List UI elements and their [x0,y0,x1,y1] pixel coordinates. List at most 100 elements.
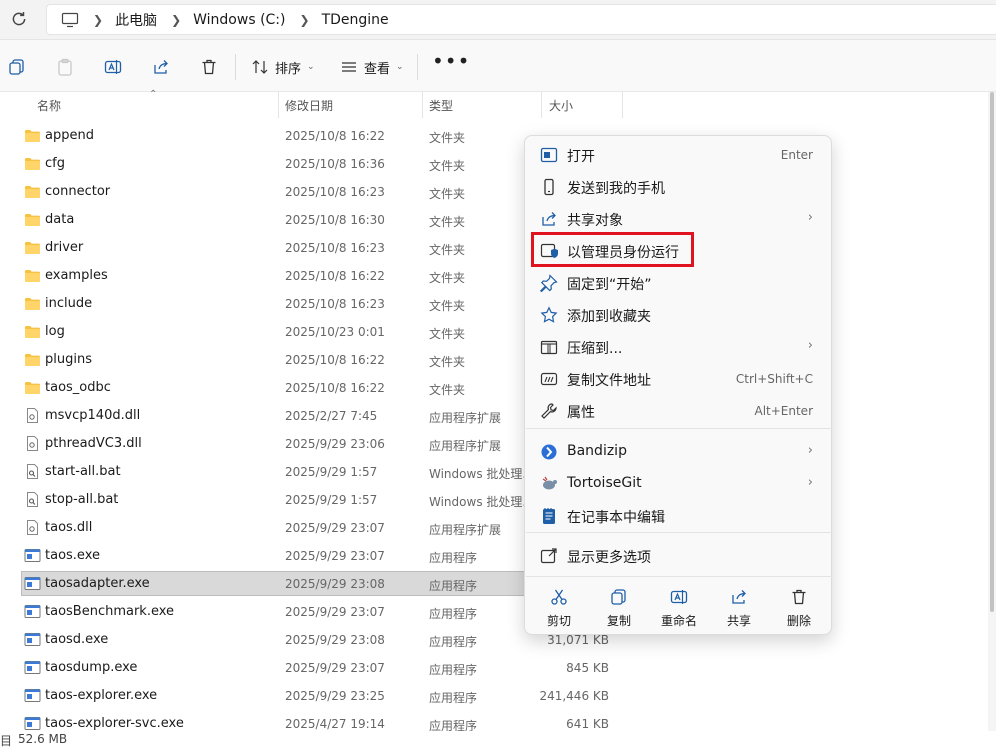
column-name[interactable]: 名称 [37,97,61,114]
command-bar: 排序 ⌄ 查看 ⌄ [0,40,996,92]
file-name: cfg [45,156,65,171]
menu-item-tortoisegit[interactable]: TortoiseGit › [531,469,827,499]
view-button[interactable]: 查看 ⌄ [340,56,404,78]
file-date: 2025/10/23 0:01 [285,325,385,339]
menu-item-label: 固定到“开始” [567,277,652,293]
file-row[interactable]: taosadapter.exe 2025/9/29 23:08 应用程序 [0,570,990,598]
scrollbar-thumb[interactable] [990,92,994,612]
exe-icon [24,604,41,619]
menu-item-more-options[interactable]: 显示更多选项 [531,541,827,571]
menu-item-open[interactable]: 打开 Enter [531,140,827,170]
menu-item-label: 以管理员身份运行 [567,245,679,261]
exe-icon [24,688,41,703]
file-type: 应用程序 [429,663,478,677]
file-row[interactable]: stop-all.bat 2025/9/29 1:57 Windows 批处理... [0,486,990,514]
file-type: 文件夹 [429,131,466,145]
open-icon [540,146,558,164]
column-header: ⌃ 名称 修改日期 类型 大小 [0,89,996,118]
file-row[interactable]: cfg 2025/10/8 16:36 文件夹 [0,150,990,178]
share-icon[interactable] [152,58,170,76]
file-date: 2025/10/8 16:22 [285,353,385,367]
column-divider[interactable] [622,92,623,118]
file-row[interactable]: taos.dll 2025/9/29 23:07 应用程序扩展 [0,514,990,542]
menu-item-notepad[interactable]: 在记事本中编辑 [531,501,827,531]
file-row[interactable]: msvcp140d.dll 2025/2/27 7:45 应用程序扩展 [0,402,990,430]
file-row[interactable]: plugins 2025/10/8 16:22 文件夹 [0,346,990,374]
breadcrumb-item[interactable]: TDengine [322,12,389,28]
delete-icon[interactable] [200,58,218,76]
file-row[interactable]: taos-explorer.exe 2025/9/29 23:25 应用程序 241,… [0,682,990,710]
paste-icon[interactable] [56,58,74,76]
file-date: 2025/10/8 16:23 [285,241,385,255]
chevron-down-icon: ⌄ [307,62,315,72]
file-row[interactable]: append 2025/10/8 16:22 文件夹 [0,122,990,150]
chevron-right-icon: ❯ [171,12,182,27]
file-name: taosdump.exe [45,660,138,675]
file-row[interactable]: taosdump.exe 2025/9/29 23:07 应用程序 845 KB [0,654,990,682]
file-row[interactable]: driver 2025/10/8 16:23 文件夹 [0,234,990,262]
rename-icon[interactable] [104,58,122,76]
quick-action-label: 共享 [726,614,751,628]
refresh-icon[interactable] [10,10,28,28]
more-options-icon[interactable]: ••• [432,51,470,71]
computer-icon [61,12,79,27]
menu-item-zip[interactable]: 压缩到... › [531,332,827,362]
menu-item-pin[interactable]: 固定到“开始” [531,268,827,298]
more-options-icon [540,547,558,565]
folder-icon [24,184,41,199]
quick-action-label: 删除 [786,614,811,628]
breadcrumb[interactable]: ❯ 此电脑 ❯ Windows (C:) ❯ TDengine [46,4,996,35]
menu-item-bandizip[interactable]: Bandizip › [531,437,827,467]
file-row[interactable]: examples 2025/10/8 16:22 文件夹 [0,262,990,290]
file-size: 641 KB [566,717,609,731]
file-row[interactable]: include 2025/10/8 16:23 文件夹 [0,290,990,318]
column-date[interactable]: 修改日期 [285,97,333,114]
menu-item-share[interactable]: 共享对象 › [531,204,827,234]
column-size[interactable]: 大小 [549,97,573,114]
file-row[interactable]: taosBenchmark.exe 2025/9/29 23:07 应用程序 [0,598,990,626]
menu-item-star[interactable]: 添加到收藏夹 [531,300,827,330]
wrench-icon [540,402,558,420]
breadcrumb-item[interactable]: 此电脑 [115,10,157,30]
dll-icon [24,408,41,423]
column-type[interactable]: 类型 [429,97,453,114]
tortoisegit-icon [540,475,558,493]
quick-action-rename[interactable]: 重命名 [649,586,709,632]
address-bar: ❯ 此电脑 ❯ Windows (C:) ❯ TDengine [0,0,996,40]
sort-button[interactable]: 排序 ⌄ [251,56,315,78]
quick-action-share[interactable]: 共享 [709,586,769,632]
breadcrumb-item[interactable]: Windows (C:) [193,12,285,28]
status-item-count: 目 [0,734,13,748]
file-row[interactable]: start-all.bat 2025/9/29 1:57 Windows 批处理..… [0,458,990,486]
file-row[interactable]: taosd.exe 2025/9/29 23:08 应用程序 31,071 KB [0,626,990,654]
file-row[interactable]: taos_odbc 2025/10/8 16:22 文件夹 [0,374,990,402]
column-divider[interactable] [278,92,279,118]
chevron-right-icon: › [807,338,813,353]
quick-action-copy[interactable]: 复制 [589,586,649,632]
quick-action-trash[interactable]: 删除 [769,586,829,632]
file-row[interactable]: log 2025/10/23 0:01 文件夹 [0,318,990,346]
folder-icon [24,128,41,143]
quick-action-label: 剪切 [546,614,571,628]
file-row[interactable]: taos.exe 2025/9/29 23:07 应用程序 [0,542,990,570]
quick-action-scissors[interactable]: 剪切 [529,586,589,632]
file-name: taos.exe [45,548,100,563]
exe-icon [24,716,41,731]
file-type: 应用程序扩展 [429,439,502,453]
file-row[interactable]: data 2025/10/8 16:30 文件夹 [0,206,990,234]
column-divider[interactable] [541,92,542,118]
scissors-icon [550,588,568,606]
folder-icon [24,156,41,171]
menu-item-wrench[interactable]: 属性 Alt+Enter [531,396,827,426]
file-row[interactable]: connector 2025/10/8 16:23 文件夹 [0,178,990,206]
new-item-icon[interactable] [8,58,26,76]
menu-item-label: 复制文件地址 [567,373,651,389]
file-row[interactable]: pthreadVC3.dll 2025/9/29 23:06 应用程序扩展 [0,430,990,458]
menu-item-phone[interactable]: 发送到我的手机 [531,172,827,202]
file-date: 2025/4/27 19:14 [285,717,385,731]
scrollbar[interactable] [988,92,996,732]
menu-item-path[interactable]: 复制文件地址 Ctrl+Shift+C [531,364,827,394]
dll-icon [24,436,41,451]
menu-item-shield[interactable]: 以管理员身份运行 [531,236,827,266]
column-divider[interactable] [422,92,423,118]
